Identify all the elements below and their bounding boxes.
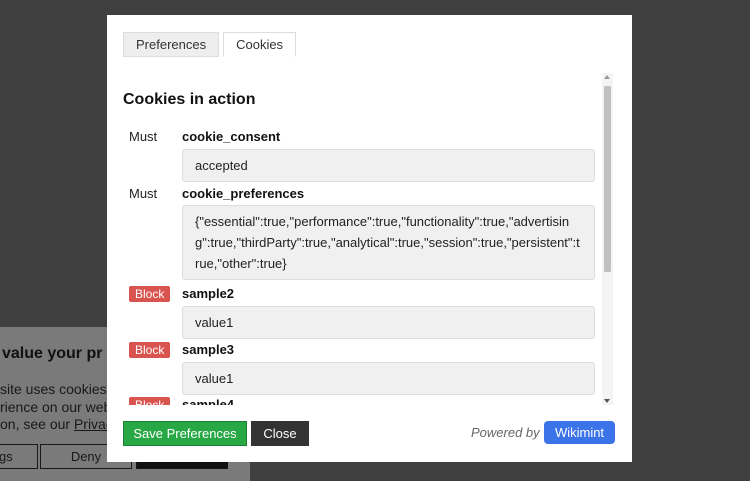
block-tag[interactable]: Block: [129, 342, 171, 358]
save-preferences-button[interactable]: Save Preferences: [123, 421, 247, 446]
scrollbar-thumb[interactable]: [604, 86, 611, 272]
block-tag[interactable]: Block: [129, 397, 171, 405]
content-scrollbar[interactable]: [602, 73, 613, 405]
powered-by-label: Powered by: [471, 425, 540, 440]
scroll-up-arrow-icon[interactable]: [604, 75, 610, 79]
tab-cookies[interactable]: Cookies: [223, 32, 297, 57]
cookie-preferences-modal: Preferences Cookies Cookies in action Mu…: [107, 15, 632, 462]
cookie-value: accepted: [182, 149, 595, 182]
cookies-list-panel: Cookies in action Must cookie_consent ac…: [123, 73, 597, 405]
must-tag: Must: [129, 129, 158, 144]
cookie-value: {"essential":true,"performance":true,"fu…: [182, 205, 595, 280]
cookie-name: sample2: [182, 286, 235, 301]
cookie-value: value1: [182, 306, 595, 339]
cookie-name: cookie_consent: [182, 129, 281, 144]
cookie-name: sample4: [182, 397, 235, 405]
tab-preferences[interactable]: Preferences: [123, 32, 220, 57]
block-tag[interactable]: Block: [129, 286, 171, 302]
cookie-value: value1: [182, 362, 595, 395]
close-button[interactable]: Close: [251, 421, 309, 446]
modal-tabs: Preferences Cookies: [123, 32, 300, 57]
section-title: Cookies in action: [123, 91, 256, 108]
cookie-name: sample3: [182, 342, 235, 357]
must-tag: Must: [129, 186, 158, 201]
cookie-name: cookie_preferences: [182, 186, 305, 201]
brand-badge[interactable]: Wikimint: [544, 421, 615, 444]
scroll-down-arrow-icon[interactable]: [604, 399, 610, 403]
